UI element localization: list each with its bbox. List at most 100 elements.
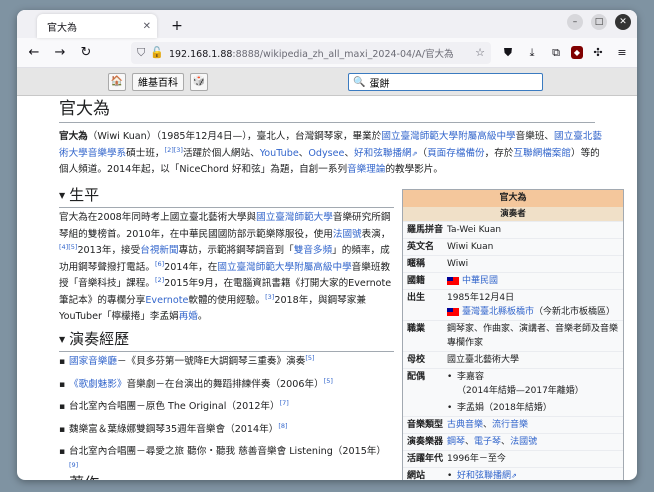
birth-place-note: （今新北市板橋區） (534, 307, 616, 317)
link-french-horn[interactable]: 法國號 (333, 229, 362, 240)
close-window-icon[interactable]: ✕ (615, 14, 631, 30)
link-hsnu-2[interactable]: 國立臺灣師範大學附屬高級中學 (217, 262, 351, 273)
infobox-row-years-active: 活躍年代 1996年－至今 (403, 450, 623, 467)
infobox-row-genre: 音樂類型 古典音樂、流行音樂 (403, 416, 623, 433)
item-link[interactable]: 《歌劇魅影》 (69, 379, 127, 390)
download-icon[interactable]: ⤓ (523, 44, 541, 62)
row-key: 羅馬拼音 (407, 225, 444, 235)
section-heading-works[interactable]: ▼ 著作 (59, 472, 394, 480)
collapse-arrow-icon[interactable]: ▼ (59, 335, 65, 344)
ref-2b[interactable]: [2] (155, 276, 164, 284)
kiwix-random-icon[interactable]: 🎲 (190, 72, 208, 91)
article-content: 官大為 官大為（Wiwi Kuan）（1985年12月4日—），臺北人，台灣鋼琴… (17, 96, 637, 480)
link-internet-archive[interactable]: 互聯網檔案館 (513, 148, 571, 159)
row-value: Wiwi (447, 259, 469, 269)
row-key: 配偶 (407, 372, 426, 382)
shield-icon[interactable]: ⛉ (137, 46, 145, 60)
puzzle-icon[interactable]: ✣ (589, 44, 607, 62)
row-key: 母校 (407, 355, 426, 365)
link-roc[interactable]: 中華民國 (462, 276, 498, 286)
link-horn[interactable]: 法國號 (510, 437, 537, 447)
extensions-icon[interactable]: ⧉ (547, 44, 565, 62)
item-ref[interactable]: [5] (324, 376, 333, 384)
ublock-icon[interactable]: ◆ (571, 46, 583, 59)
link-hsnu[interactable]: 國立臺灣師範大學附屬高級中學 (381, 131, 515, 142)
url-bar[interactable]: ⛉ 🔓 192.168.1.88:8888/wikipedia_zh_all_m… (131, 41, 491, 64)
list-item: 《歌劇魅影》音樂劇－在台演出的舞蹈排練伴奏（2006年）[5] (59, 377, 394, 394)
item-text: 台北室內合唱團－原色 The Original（2012年） (69, 401, 280, 412)
tab-close-icon[interactable]: ✕ (143, 21, 151, 32)
link-pop[interactable]: 流行音樂 (492, 420, 528, 430)
menu-icon[interactable]: ≡ (613, 44, 631, 62)
reload-icon[interactable]: ↻ (75, 42, 97, 64)
link-archive-copy[interactable]: 頁面存檔備份 (427, 148, 485, 159)
intro-text: 、 (344, 147, 355, 159)
ref-6[interactable]: [6] (155, 259, 164, 267)
kiwix-toolbar: 🏠 維基百科 🎲 🔍 蛋餅 (17, 68, 637, 96)
link-banqiao[interactable]: 臺灣臺北縣板橋市 (462, 307, 534, 317)
kiwix-search-input[interactable]: 🔍 蛋餅 (348, 73, 543, 91)
section-heading-biography[interactable]: ▼ 生平 (59, 184, 394, 208)
list-item: 李孟娟（2018年結婚） (447, 401, 619, 415)
ref-4[interactable]: [4] (59, 243, 68, 251)
minimize-icon[interactable]: – (567, 14, 583, 30)
link-dtmf[interactable]: 雙音多頻 (294, 245, 332, 256)
link-website[interactable]: 好和弦聯播網 (457, 471, 511, 480)
kiwix-library-button[interactable]: 維基百科 (132, 72, 184, 91)
intro-text: 的教學影片。 (385, 164, 443, 175)
section-heading-performances[interactable]: ▼ 演奏經歷 (59, 328, 394, 352)
row-key: 國籍 (407, 276, 426, 286)
row-value: 好和弦聯播網⇗ (447, 469, 619, 480)
infobox-row-nickname: 暱稱 Wiwi (403, 255, 623, 272)
ref-2[interactable]: [2] (165, 145, 174, 153)
bio-text: 2014年，在 (164, 261, 218, 273)
bio-text: 表演， (361, 228, 391, 240)
kiwix-home-icon[interactable]: 🏠 (108, 72, 126, 91)
link-ntnu[interactable]: 國立臺灣師範大學 (256, 212, 333, 223)
maximize-icon[interactable]: □ (591, 14, 607, 30)
item-ref[interactable]: [7] (280, 399, 289, 407)
collapse-arrow-icon[interactable]: ▼ (59, 191, 65, 200)
insecure-lock-icon[interactable]: 🔓 (150, 46, 164, 59)
tab-active[interactable]: 官大為 ✕ (37, 14, 157, 38)
biography-paragraph: 官大為在2008年同時考上國立臺北藝術大學與國立臺灣師範大學音樂研究所鋼琴組的雙… (59, 210, 394, 326)
row-value: 1985年12月4日 臺灣臺北縣板橋市（今新北市板橋區） (447, 291, 619, 319)
item-ref[interactable]: [9] (69, 460, 78, 468)
intro-text: （ (417, 147, 428, 159)
intro-text: （Wiwi Kuan）（1985年12月4日—），臺北人，台灣鋼琴家，畢業於 (87, 131, 382, 142)
item-ref[interactable]: [5] (305, 354, 314, 362)
pocket-icon[interactable]: ⛊ (499, 44, 517, 62)
infobox-row-occupation: 職業 鋼琴家、作曲家、演講者、音樂老師及音樂專欄作家 (403, 320, 623, 351)
url-text: 192.168.1.88:8888/wikipedia_zh_all_maxi_… (169, 46, 454, 60)
forward-icon[interactable]: → (49, 42, 71, 64)
link-ttv-news[interactable]: 台視新聞 (140, 245, 178, 256)
item-link[interactable]: 國家音樂廳 (69, 356, 117, 367)
list-item: 好和弦聯播網⇗ (447, 469, 619, 480)
link-classical[interactable]: 古典音樂 (447, 420, 483, 430)
bio-text: 專訪，示範將鋼琴調音到「 (178, 245, 294, 256)
bio-text: 2013年，接受 (77, 245, 141, 256)
link-youtube[interactable]: YouTube (260, 148, 299, 159)
link-keyboard[interactable]: 電子琴 (474, 437, 501, 447)
spouse-note: （2014年結婚—2017年離婚） (457, 386, 584, 396)
link-evernote[interactable]: Evernote (145, 295, 188, 306)
ref-3b[interactable]: [3] (265, 292, 274, 300)
ref-3[interactable]: [3] (174, 145, 183, 153)
link-nicechord-network[interactable]: 好和弦聯播網 (354, 148, 412, 159)
link-music-theory[interactable]: 音樂理論 (347, 164, 385, 175)
infobox-row-spouse: 配偶 李嘉容 （2014年結婚—2017年離婚） 李孟娟（2018年結婚） (403, 368, 623, 416)
bookmark-star-icon[interactable]: ☆ (475, 46, 485, 59)
back-icon[interactable]: ← (23, 42, 45, 64)
subject-name: 官大為 (59, 131, 88, 142)
item-text: －《貝多芬第一號降E大調鋼琴三重奏》演奏 (116, 356, 306, 367)
collapse-arrow-icon[interactable]: ▼ (59, 479, 65, 480)
link-piano[interactable]: 鋼琴 (447, 437, 465, 447)
list-item: 魏樂富＆葉綠娜雙鋼琴35週年音樂會（2014年）[8] (59, 422, 394, 439)
new-tab-icon[interactable]: + (165, 14, 189, 38)
link-remarriage[interactable]: 再婚 (179, 311, 198, 322)
link-odysee[interactable]: Odysee (308, 148, 344, 159)
item-ref[interactable]: [8] (278, 421, 287, 429)
intro-paragraph: 官大為（Wiwi Kuan）（1985年12月4日—），臺北人，台灣鋼琴家，畢業… (59, 129, 604, 179)
row-value: Wiwi Kuan (447, 242, 494, 252)
separator: 、 (501, 437, 511, 447)
